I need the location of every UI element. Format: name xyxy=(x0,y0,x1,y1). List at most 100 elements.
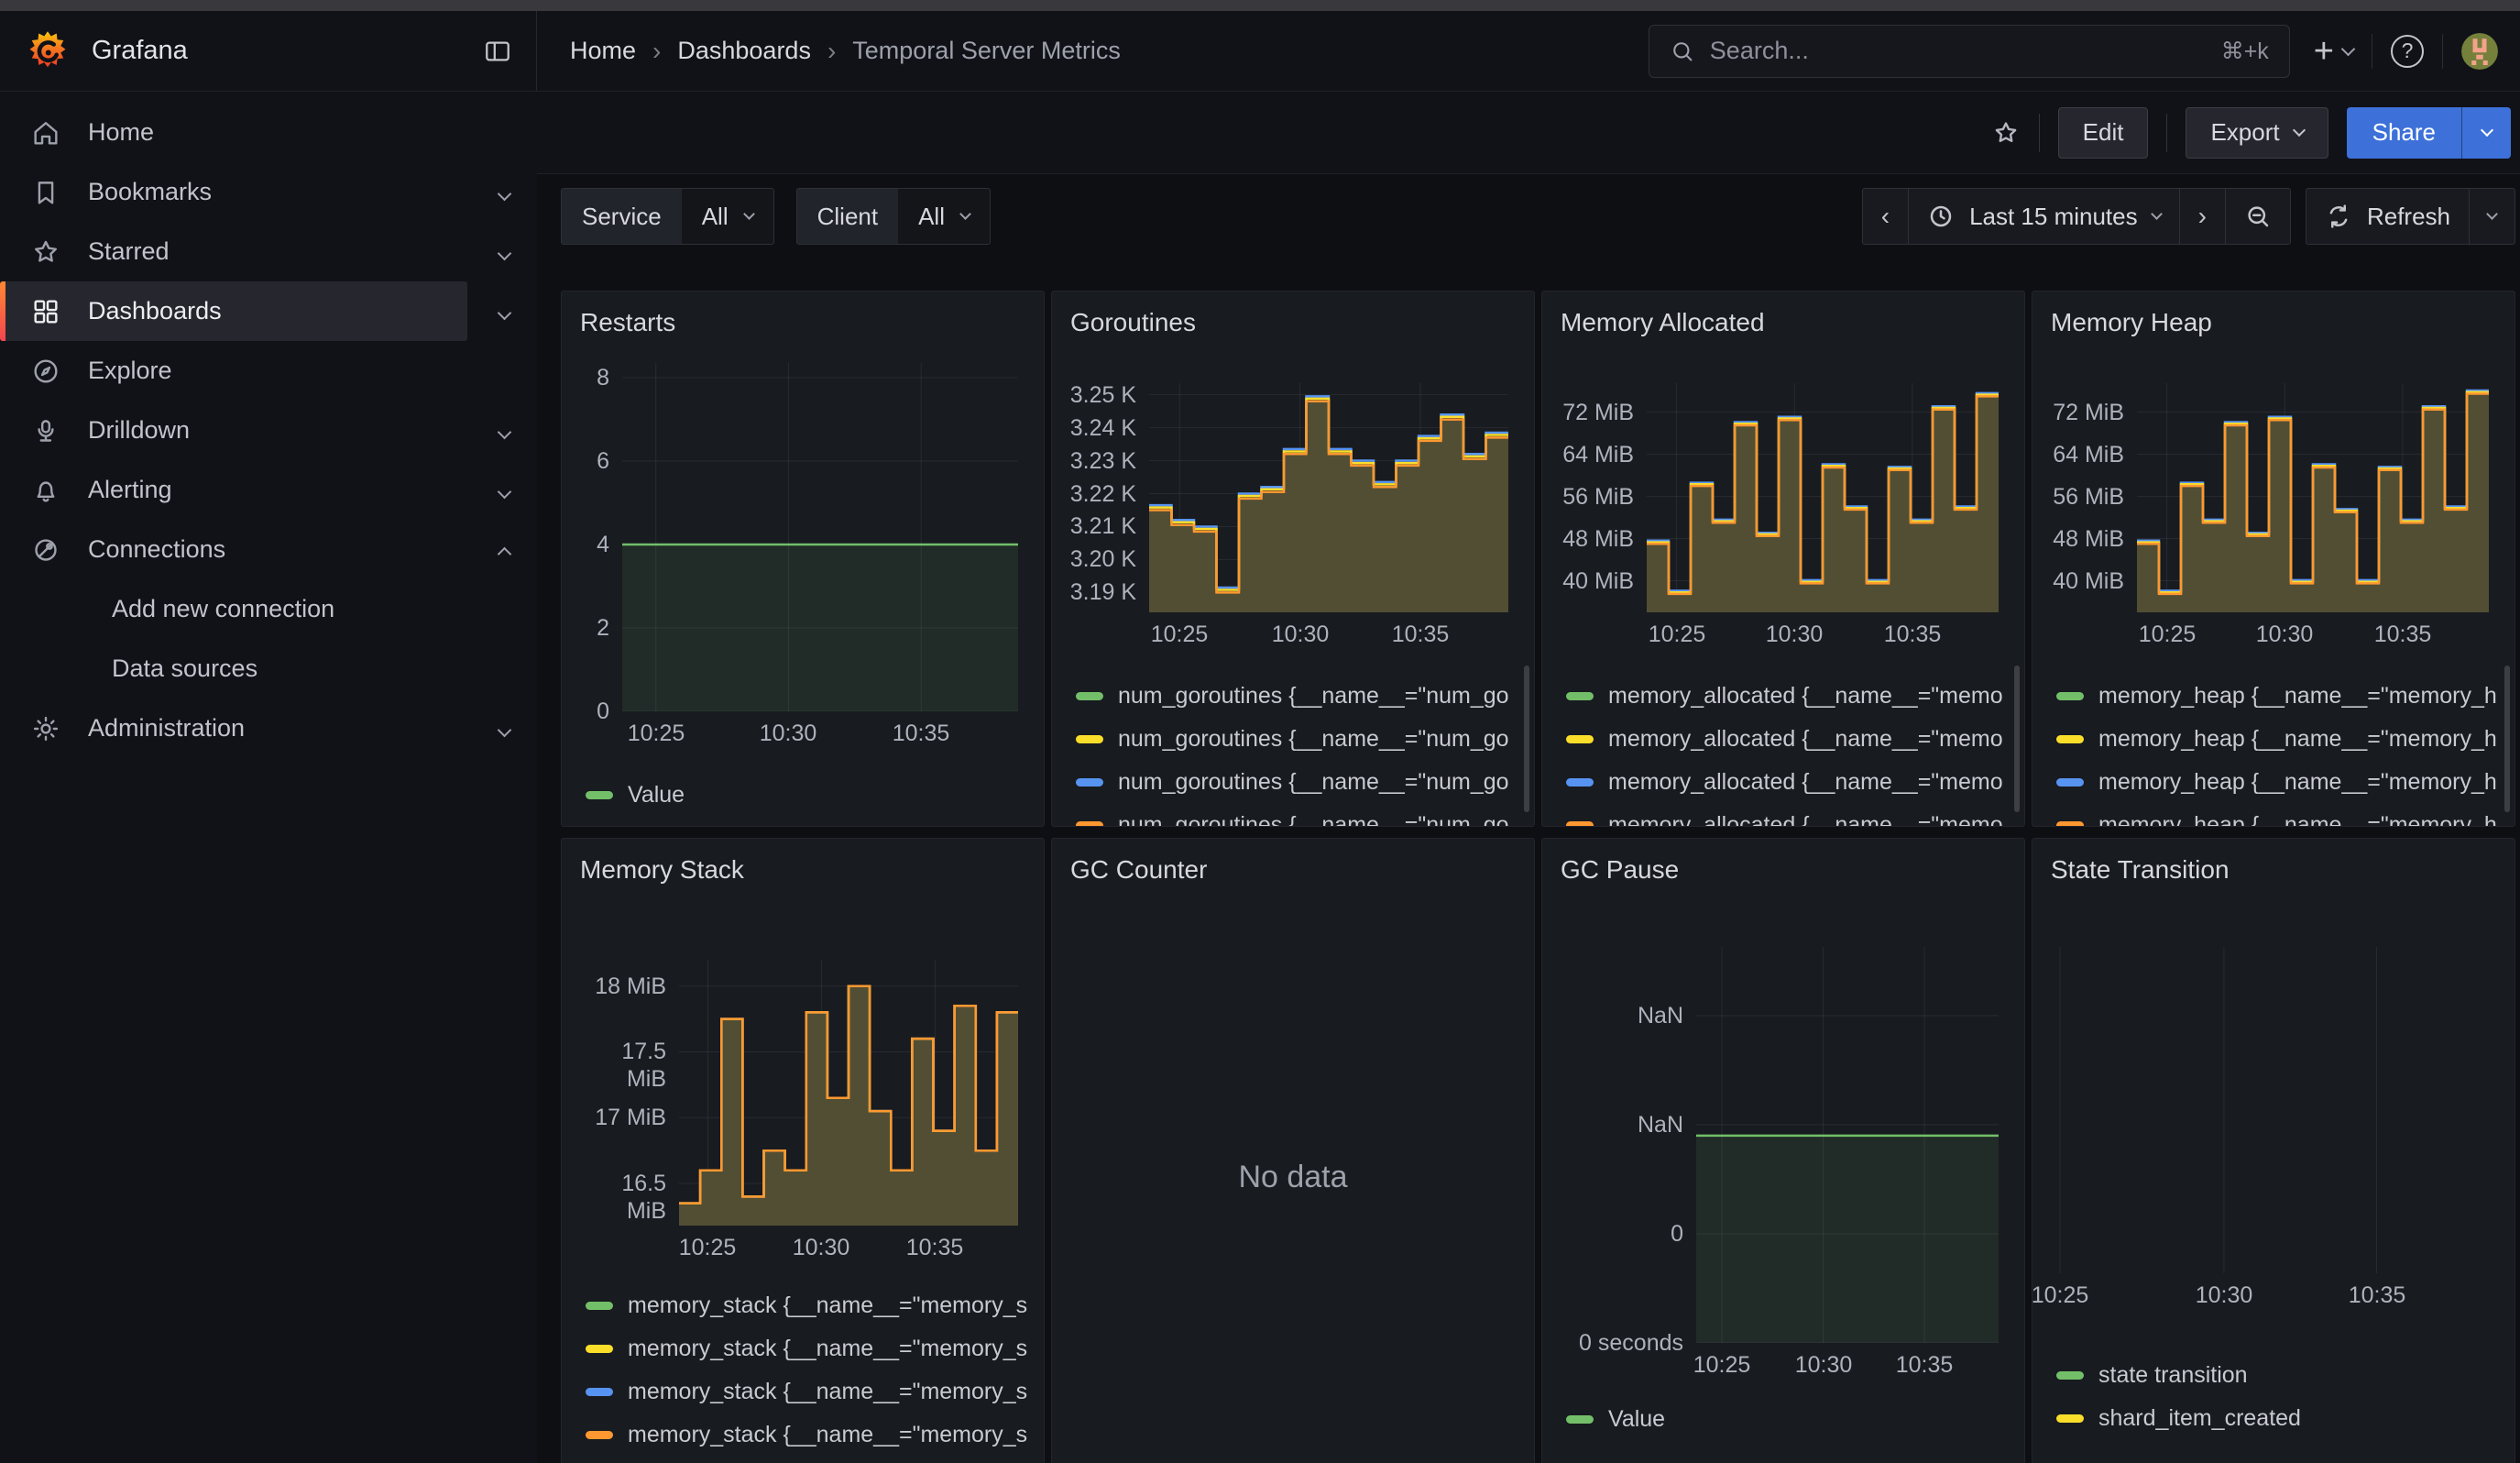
legend-scrollbar[interactable] xyxy=(1524,666,1529,812)
variable-filters: Service All Client All xyxy=(561,188,991,245)
chevron-down-icon[interactable] xyxy=(499,187,509,204)
panel-title[interactable]: Restarts xyxy=(562,292,1044,337)
x-axis-label: 10:35 xyxy=(1392,622,1450,648)
sidebar-item-home[interactable]: Home xyxy=(0,103,467,162)
search-box[interactable]: ⌘+k xyxy=(1649,25,2290,78)
legend-item[interactable]: memory_allocated {__name__="memo xyxy=(1566,761,2024,804)
legend-item[interactable]: memory_allocated {__name__="memo xyxy=(1566,675,2024,718)
legend-item[interactable]: memory_heap {__name__="memory_h xyxy=(2056,718,2515,761)
y-axis-label: 3.22 K xyxy=(1068,480,1136,508)
legend-item[interactable]: Value xyxy=(586,774,1044,817)
legend-item[interactable]: num_goroutines {__name__="num_go xyxy=(1076,761,1534,804)
share-dropdown-button[interactable] xyxy=(2461,107,2511,159)
time-range-picker[interactable]: Last 15 minutes xyxy=(1908,189,2179,244)
legend-item[interactable]: memory_allocated {__name__="memo xyxy=(1566,718,2024,761)
sidebar-nav: HomeBookmarksStarredDashboardsExploreDri… xyxy=(0,92,537,1463)
legend-item[interactable]: num_goroutines {__name__="num_go xyxy=(1076,675,1534,718)
client-filter[interactable]: Client All xyxy=(796,188,991,245)
legend-label: memory_heap {__name__="memory_h xyxy=(2098,769,2497,796)
legend-item[interactable]: memory_stack {__name__="memory_s xyxy=(586,1327,1044,1370)
breadcrumb-current: Temporal Server Metrics xyxy=(852,37,1121,65)
legend-item[interactable]: Value xyxy=(1566,1398,2024,1441)
help-button[interactable]: ? xyxy=(2391,35,2424,68)
breadcrumb-home[interactable]: Home xyxy=(570,37,636,65)
refresh-icon xyxy=(2325,203,2352,230)
legend-item[interactable]: state transition xyxy=(2056,1354,2515,1397)
breadcrumb-dashboards[interactable]: Dashboards xyxy=(677,37,811,65)
sidebar-item-dashboards[interactable]: Dashboards xyxy=(0,281,467,341)
time-back-button[interactable]: ‹ xyxy=(1863,189,1908,244)
chevron-up-icon[interactable] xyxy=(499,544,509,564)
y-axis-label: 6 xyxy=(578,447,609,475)
y-axis-label: 0 xyxy=(578,698,609,725)
legend-label: shard_item_created xyxy=(2098,1405,2301,1432)
export-button[interactable]: Export xyxy=(2186,107,2328,159)
sidebar-item-drilldown[interactable]: Drilldown xyxy=(0,401,467,460)
chevron-down-icon[interactable] xyxy=(499,425,509,442)
panel-title[interactable]: Memory Heap xyxy=(2032,292,2515,337)
window-top-strip xyxy=(0,0,2520,11)
sidebar-item-connections[interactable]: Connections xyxy=(0,520,467,579)
panel-title[interactable]: GC Pause xyxy=(1542,839,2024,885)
search-input[interactable] xyxy=(1710,37,2207,65)
service-filter[interactable]: Service All xyxy=(561,188,774,245)
series-color-marker xyxy=(2056,1414,2084,1423)
refresh-label: Refresh xyxy=(2367,203,2450,231)
refresh-button[interactable]: Refresh xyxy=(2306,189,2469,244)
client-filter-value[interactable]: All xyxy=(898,189,990,244)
legend-item[interactable]: num_goroutines {__name__="num_go xyxy=(1076,804,1534,827)
breadcrumb-separator: › xyxy=(652,37,661,66)
chevron-down-icon[interactable] xyxy=(499,723,509,740)
panel-title[interactable]: Memory Allocated xyxy=(1542,292,2024,337)
sidebar-item-administration[interactable]: Administration xyxy=(0,698,467,758)
service-filter-value[interactable]: All xyxy=(682,189,773,244)
panel-title[interactable]: Goroutines xyxy=(1052,292,1534,337)
legend-scrollbar[interactable] xyxy=(2014,666,2020,812)
add-new-button[interactable]: + xyxy=(2314,34,2353,69)
chevron-down-icon[interactable] xyxy=(499,247,509,263)
user-avatar[interactable] xyxy=(2461,33,2498,70)
legend-item[interactable]: memory_heap {__name__="memory_h xyxy=(2056,804,2515,827)
legend-item[interactable]: memory_stack {__name__="memory_s xyxy=(586,1414,1044,1457)
legend-item[interactable]: memory_heap {__name__="memory_h xyxy=(2056,675,2515,718)
legend-item[interactable]: shard_item_created xyxy=(2056,1397,2515,1440)
legend-item[interactable]: memory_stack {__name__="memory_s xyxy=(586,1370,1044,1414)
x-axis-label: 10:25 xyxy=(1151,622,1209,648)
legend-item[interactable]: memory_allocated {__name__="memo xyxy=(1566,804,2024,827)
panel-legend: Value xyxy=(562,774,1044,817)
brand-name: Grafana xyxy=(92,36,483,66)
share-button[interactable]: Share xyxy=(2347,107,2461,159)
legend-scrollbar[interactable] xyxy=(2504,666,2510,812)
sidebar-item-data-sources[interactable]: Data sources xyxy=(0,639,467,698)
zoom-out-icon xyxy=(2244,203,2272,230)
sidebar-item-starred[interactable]: Starred xyxy=(0,222,467,281)
y-axis-label: 16.5 MiB xyxy=(578,1170,666,1197)
sidebar-item-add-new-connection[interactable]: Add new connection xyxy=(0,579,467,639)
legend-item[interactable]: memory_heap {__name__="memory_h xyxy=(2056,761,2515,804)
chart-plot[interactable] xyxy=(2040,947,2498,1273)
y-axis-label: 8 xyxy=(578,364,609,391)
grafana-logo-icon[interactable] xyxy=(26,29,70,73)
legend-label: memory_allocated {__name__="memo xyxy=(1608,683,2003,710)
sidebar-item-explore[interactable]: Explore xyxy=(0,341,467,401)
panel-title[interactable]: Memory Stack xyxy=(562,839,1044,885)
sidebar-item-bookmarks[interactable]: Bookmarks xyxy=(0,162,467,222)
sidebar-item-alerting[interactable]: Alerting xyxy=(0,460,467,520)
favorite-star-icon[interactable] xyxy=(1991,118,2021,148)
chevron-down-icon[interactable] xyxy=(499,306,509,323)
chevron-down-icon[interactable] xyxy=(499,485,509,501)
y-axis-label: 2 xyxy=(578,614,609,642)
refresh-interval-dropdown[interactable] xyxy=(2469,189,2515,244)
legend-item[interactable]: memory_stack {__name__="memory_s xyxy=(586,1284,1044,1327)
gear-icon xyxy=(27,713,64,744)
edit-button[interactable]: Edit xyxy=(2058,107,2149,159)
chart-plot[interactable] xyxy=(578,363,1027,711)
panel-chart: 40 MiB48 MiB56 MiB64 MiB72 MiB10:2510:30… xyxy=(2049,383,2498,653)
legend-item[interactable]: num_goroutines {__name__="num_go xyxy=(1076,718,1534,761)
legend-label: memory_allocated {__name__="memo xyxy=(1608,726,2003,753)
panel-title[interactable]: State Transition xyxy=(2032,839,2515,885)
sidebar-toggle-icon[interactable] xyxy=(483,37,512,66)
time-forward-button[interactable]: › xyxy=(2179,189,2225,244)
series-color-marker xyxy=(2056,821,2084,827)
zoom-out-button[interactable] xyxy=(2225,189,2290,244)
